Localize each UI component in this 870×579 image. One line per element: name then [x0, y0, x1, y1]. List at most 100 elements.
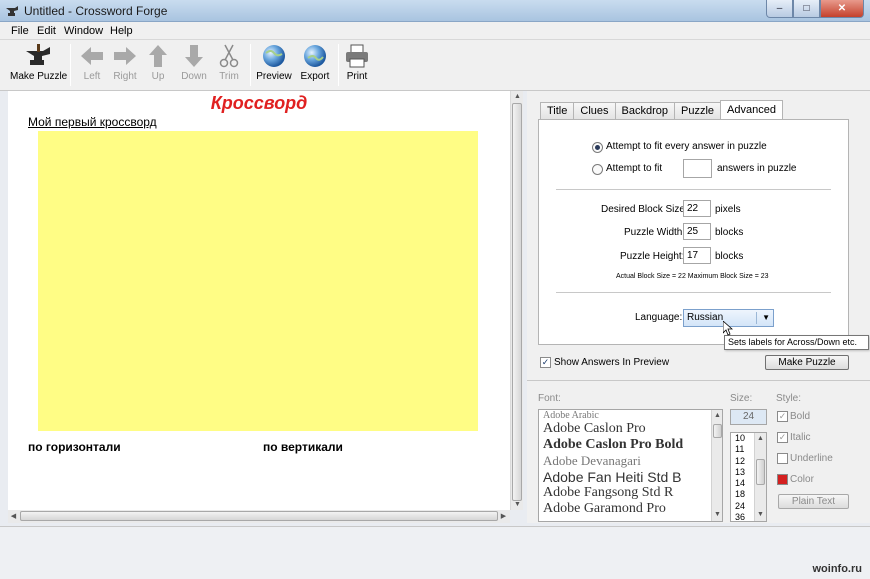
bold-checkbox[interactable]: ✓ [777, 411, 788, 422]
puzzle-height-unit: blocks [715, 251, 744, 262]
puzzle-width-unit: blocks [715, 227, 744, 238]
export-tool-button[interactable]: Export [298, 43, 332, 82]
scroll-up-arrow-icon[interactable]: ▲ [712, 410, 722, 421]
font-size-input[interactable]: 24 [730, 409, 767, 425]
puzzle-canvas[interactable]: Кроссворд Мой первый кроссворд по горизо… [8, 91, 510, 510]
tab-advanced[interactable]: Advanced [720, 100, 783, 119]
block-size-label: Desired Block Size: [601, 204, 688, 215]
bold-label: Bold [790, 411, 811, 422]
scroll-left-arrow-icon[interactable]: ◀ [8, 511, 19, 522]
scroll-right-arrow-icon[interactable]: ▶ [498, 511, 509, 522]
trim-tool-button[interactable]: Trim [216, 43, 242, 82]
toolbar-separator [250, 44, 251, 86]
font-list-item[interactable]: Adobe Fan Heiti Std B [539, 469, 722, 485]
right-tool-button[interactable]: Right [111, 43, 139, 82]
font-list-item[interactable]: Adobe Devanagari [539, 453, 722, 469]
menu-edit[interactable]: Edit [37, 25, 56, 37]
plain-text-button[interactable]: Plain Text [778, 494, 849, 509]
fit-n-input[interactable] [683, 159, 712, 178]
fit-all-radio[interactable] [592, 142, 603, 153]
puzzle-width-input[interactable]: 25 [683, 223, 711, 240]
scroll-up-arrow-icon[interactable]: ▲ [755, 433, 766, 444]
print-tool-button[interactable]: Print [343, 43, 371, 82]
show-answers-label: Show Answers In Preview [554, 357, 670, 368]
underline-checkbox[interactable] [777, 453, 788, 464]
tab-puzzle[interactable]: Puzzle [673, 102, 722, 119]
font-list-item[interactable]: Adobe Garamond Pro [539, 501, 722, 517]
font-list[interactable]: Adobe Arabic Adobe Caslon Pro Adobe Casl… [538, 409, 723, 522]
advanced-tab-panel: Attempt to fit every answer in puzzle At… [538, 119, 849, 345]
puzzle-title: Кроссворд [210, 93, 308, 113]
font-list-item[interactable]: Adobe Caslon Pro [539, 421, 722, 437]
size-list-scrollbar[interactable]: ▲ ▼ [754, 433, 766, 521]
show-answers-checkbox[interactable]: ✓ [540, 357, 551, 368]
language-tooltip: Sets labels for Across/Down etc. [724, 335, 869, 350]
color-swatch[interactable] [777, 474, 788, 485]
font-list-item[interactable]: Adobe Arabic [539, 410, 722, 421]
minimize-button[interactable]: – [766, 0, 793, 18]
style-label: Style: [776, 393, 802, 404]
make-puzzle-button[interactable]: Make Puzzle [765, 355, 849, 370]
chevron-down-icon: ▼ [762, 313, 770, 322]
status-bar: woinfo.ru [0, 526, 870, 579]
toolbar-separator [338, 44, 339, 86]
mouse-cursor-icon [723, 321, 733, 336]
canvas-vertical-scrollbar[interactable]: ▲ ▼ [510, 91, 523, 510]
tab-backdrop[interactable]: Backdrop [614, 102, 675, 119]
puzzle-subtitle: Мой первый кроссворд [28, 115, 157, 129]
puzzle-width-label: Puzzle Width: [624, 227, 686, 238]
make-puzzle-tool-button[interactable]: Make Puzzle [10, 43, 67, 82]
block-size-unit: pixels [715, 204, 741, 215]
toolbar: Make Puzzle Left Right Up Down Trim Prev… [0, 40, 870, 91]
arrow-left-icon [81, 47, 103, 65]
menu-file[interactable]: File [11, 25, 29, 37]
menu-help[interactable]: Help [110, 25, 133, 37]
tab-clues[interactable]: Clues [573, 102, 616, 119]
font-list-item[interactable]: Adobe Caslon Pro Bold [539, 437, 722, 453]
divider [556, 292, 831, 293]
scroll-down-arrow-icon[interactable]: ▼ [755, 509, 766, 520]
across-clues-heading: по горизонтали [28, 440, 121, 454]
color-label: Color [790, 474, 814, 485]
fit-n-suffix: answers in puzzle [717, 163, 797, 174]
underline-label: Underline [790, 453, 833, 464]
anvil-icon [25, 44, 50, 65]
scrollbar-thumb[interactable] [20, 511, 498, 521]
preview-tool-button[interactable]: Preview [256, 43, 292, 82]
fit-n-label: Attempt to fit [606, 163, 663, 174]
settings-tabs: Title Clues Backdrop Puzzle Advanced [540, 100, 783, 120]
arrow-right-icon [114, 47, 136, 65]
scroll-down-arrow-icon[interactable]: ▼ [712, 509, 722, 520]
divider [556, 189, 831, 190]
font-list-scrollbar[interactable]: ▲ ▼ [711, 410, 722, 521]
puzzle-height-input[interactable]: 17 [683, 247, 711, 264]
up-tool-button[interactable]: Up [146, 43, 170, 82]
title-bar: Untitled - Crossword Forge – □ ✕ [0, 0, 870, 22]
maximize-button[interactable]: □ [793, 0, 820, 18]
size-label: Size: [730, 393, 753, 404]
fit-all-label: Attempt to fit every answer in puzzle [606, 141, 767, 152]
font-list-item[interactable]: Adobe Fangsong Std R [539, 485, 722, 501]
arrow-up-icon [149, 45, 167, 67]
scroll-down-arrow-icon[interactable]: ▼ [512, 499, 523, 510]
watermark-text: woinfo.ru [812, 563, 863, 575]
scissors-icon [219, 44, 239, 68]
menu-bar: File Edit Window Help [0, 22, 870, 40]
close-button[interactable]: ✕ [820, 0, 864, 18]
scrollbar-thumb[interactable] [512, 103, 522, 501]
fit-n-radio[interactable] [592, 164, 603, 175]
font-size-list[interactable]: 10 11 12 13 14 18 24 36 ▲ ▼ [730, 432, 767, 522]
left-tool-button[interactable]: Left [78, 43, 106, 82]
puzzle-grid-area[interactable] [38, 131, 478, 431]
canvas-horizontal-scrollbar[interactable]: ◀ ▶ [8, 510, 510, 523]
globe-icon [304, 45, 326, 67]
scroll-up-arrow-icon[interactable]: ▲ [512, 91, 523, 102]
block-size-input[interactable]: 22 [683, 200, 711, 217]
scrollbar-thumb[interactable] [756, 459, 765, 485]
italic-checkbox[interactable]: ✓ [777, 432, 788, 443]
scrollbar-thumb[interactable] [713, 424, 722, 438]
menu-window[interactable]: Window [64, 25, 103, 37]
tab-title[interactable]: Title [540, 102, 575, 119]
down-clues-heading: по вертикали [263, 440, 343, 454]
down-tool-button[interactable]: Down [180, 43, 208, 82]
